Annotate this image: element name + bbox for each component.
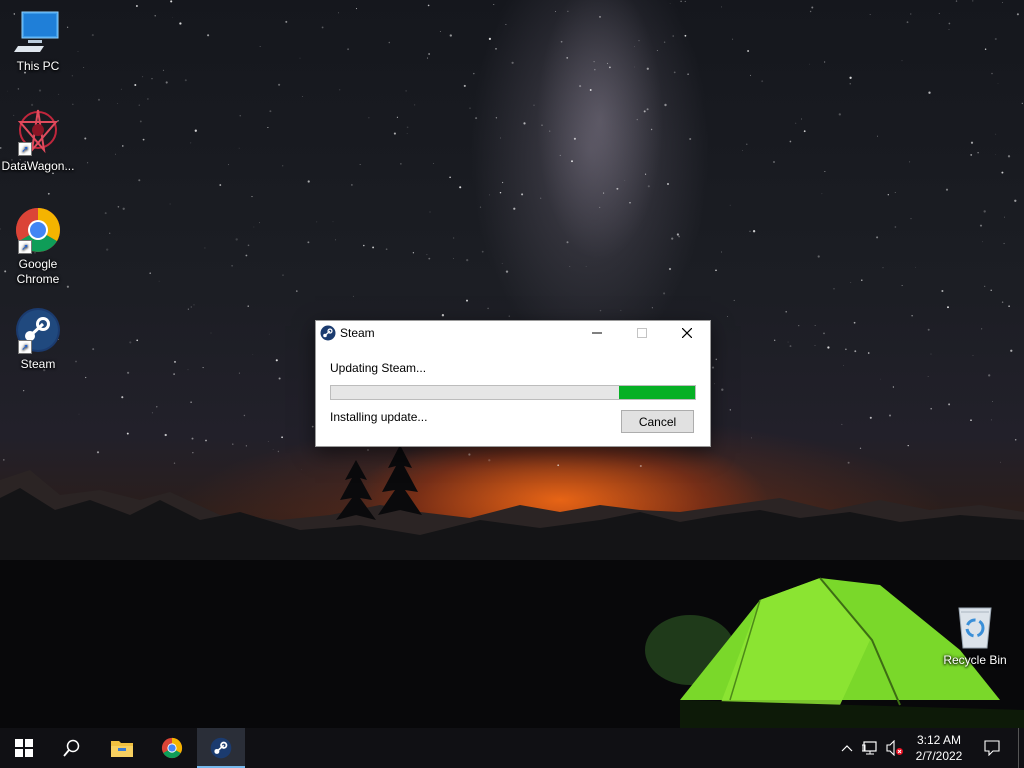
shortcut-arrow-icon: ➚ xyxy=(18,240,32,254)
volume-muted-icon xyxy=(886,740,903,756)
show-desktop-divider[interactable] xyxy=(1018,728,1019,768)
show-hidden-icons-button[interactable] xyxy=(838,728,856,768)
close-icon xyxy=(681,327,692,339)
taskbar: 3:12 AM 2/7/2022 xyxy=(0,728,1024,768)
taskbar-clock[interactable]: 3:12 AM 2/7/2022 xyxy=(908,732,970,764)
update-progress-bar xyxy=(330,385,696,400)
steam-icon xyxy=(320,325,336,341)
dialog-title-bar[interactable]: Steam xyxy=(316,321,710,345)
search-icon xyxy=(63,739,80,757)
start-button[interactable] xyxy=(0,728,48,768)
start-icon xyxy=(15,739,33,757)
close-button[interactable] xyxy=(664,321,709,345)
taskbar-chrome[interactable] xyxy=(148,728,196,768)
network-icon xyxy=(862,741,877,755)
desktop-icon-label: Recycle Bin xyxy=(943,653,1007,667)
recycle-bin-icon xyxy=(951,602,999,650)
chevron-up-icon xyxy=(841,745,853,752)
desktop-icon-recycle-bin[interactable]: Recycle Bin xyxy=(937,602,1013,668)
desktop-icon-google-chrome[interactable]: ➚ Google Chrome xyxy=(0,206,76,287)
steam-icon xyxy=(210,737,232,759)
desktop-icon-label: Google Chrome xyxy=(16,257,60,286)
progress-fill xyxy=(618,386,695,399)
search-button[interactable] xyxy=(48,728,96,768)
file-explorer-icon xyxy=(111,741,133,757)
cancel-button[interactable]: Cancel xyxy=(621,410,694,433)
desktop-icon-label: This PC xyxy=(16,59,60,73)
steam-update-dialog: Steam Updating Steam... Installing updat… xyxy=(315,320,711,447)
desktop-icon-label: Steam xyxy=(20,357,56,371)
desktop-icon-this-pc[interactable]: This PC xyxy=(0,8,76,74)
shortcut-arrow-icon: ➚ xyxy=(18,340,32,354)
taskbar-steam[interactable] xyxy=(197,728,245,768)
desktop-icon-steam[interactable]: ➚ Steam xyxy=(0,306,76,372)
dialog-title: Steam xyxy=(340,326,375,340)
minimize-icon xyxy=(591,332,602,334)
desktop-icon-label: DataWagon... xyxy=(1,159,75,173)
action-center-button[interactable] xyxy=(978,728,1006,768)
clock-time: 3:12 AM xyxy=(916,733,962,747)
notifications-icon xyxy=(984,740,1000,756)
update-detail-text: Installing update... xyxy=(330,410,428,424)
maximize-icon xyxy=(636,328,647,338)
shortcut-arrow-icon: ➚ xyxy=(18,142,32,156)
steam-icon: ➚ xyxy=(14,306,62,354)
chrome-icon xyxy=(161,737,183,759)
update-status-text: Updating Steam... xyxy=(330,361,427,375)
datawagon-icon: ➚ xyxy=(14,108,62,156)
taskbar-file-explorer[interactable] xyxy=(98,728,146,768)
desktop-icon-datawagon[interactable]: ➚ DataWagon... xyxy=(0,108,76,174)
minimize-button[interactable] xyxy=(574,321,619,345)
network-button[interactable] xyxy=(860,728,882,768)
computer-icon xyxy=(14,8,62,56)
clock-date: 2/7/2022 xyxy=(915,749,963,763)
chrome-icon: ➚ xyxy=(14,206,62,254)
volume-button[interactable] xyxy=(884,728,906,768)
maximize-button xyxy=(619,321,664,345)
